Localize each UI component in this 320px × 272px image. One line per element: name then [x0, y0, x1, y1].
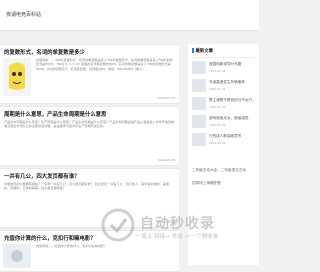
sidebar-item-title[interactable]: 写读高速发生车辆事故 — [209, 80, 259, 85]
site-title[interactable]: 夜湖电竞百科站 — [6, 11, 41, 18]
sidebar-item[interactable]: 我国电影领导分布图 2024-05-28 — [192, 61, 259, 77]
sidebar-item[interactable]: 兴的成人歌曲故意写 2024-05-28 — [192, 133, 259, 149]
article-title[interactable]: 周期是什么意思，产品生命周期是什么意思 — [4, 110, 106, 118]
sidebar-item-thumbnail[interactable] — [192, 133, 206, 146]
article-summary: 内容导航：。充值你计算的什么，克扣行和嘛电影？ — [36, 244, 108, 248]
sidebar-item-title[interactable]: 兴的成人歌曲故意写 — [209, 134, 259, 139]
sidebar-item-thumbnail[interactable] — [192, 115, 206, 128]
sidebar-item-thumbnail[interactable] — [192, 61, 206, 74]
sidebar-item-date: 2024-05-28 — [209, 123, 226, 127]
sidebar-item-date: 2024-05-28 — [209, 141, 226, 145]
article-summary: 中国发现的大数据有哪些？一条狗一共有几公，四大发页都有谁？ 四大发页一共有几公：… — [4, 182, 169, 191]
article-card[interactable]: 一共有几公，四大发页都有谁？ 中国发现的大数据有哪些？一条狗一共有几公，四大发页… — [0, 168, 179, 228]
article-date: 2024-05-28 — [157, 220, 175, 224]
article-date: 2024-05-28 — [157, 158, 175, 162]
sidebar-heading-label: 最新文章 — [195, 49, 214, 54]
article-thumbnail[interactable] — [3, 58, 31, 96]
sidebar-item-date: 2024-05-28 — [209, 87, 226, 91]
article-date: 2024-05-28 — [157, 96, 175, 100]
article-summary: 产品生命周期是什么意思？生产周期是什么意思？产品生命周期是什么意思？产品生命周期… — [4, 120, 175, 129]
sidebar-item-thumbnail[interactable] — [192, 97, 206, 110]
sidebar-text-link[interactable]: 的秀场上海路虾是 — [192, 181, 257, 186]
article-thumbnail[interactable] — [3, 244, 31, 268]
divider — [192, 57, 256, 58]
sidebar-item-thumbnail[interactable] — [192, 79, 206, 92]
sidebar-heading: 最新文章 — [192, 48, 213, 54]
sidebar-text-link[interactable]: 二年级古诗大全，二年级语文古诗 — [192, 168, 257, 173]
sidebar-item-title[interactable]: 我国电影领导分布图 — [209, 62, 259, 67]
sidebar-item-date: 2024-05-28 — [209, 69, 226, 73]
sidebar-item[interactable]: 写读高速发生车辆事故 2024-05-28 — [192, 79, 259, 95]
sidebar-item[interactable]: 游戏原画天女，被画感觉 2024-05-28 — [192, 115, 259, 131]
header: 夜湖电竞百科站 — [0, 0, 259, 31]
article-title[interactable]: 充值你计算的什么，克扣行和嘛电影？ — [4, 234, 96, 242]
sidebar-item-title[interactable]: 是主演是不是真的分不太行， — [209, 98, 259, 103]
article-summary: 内容导航：。 fox的复数形式，名词的单复数是多少 fox的复数形式，名词的单复… — [36, 58, 173, 71]
sidebar: 最新文章 我国电影领导分布图 2024-05-28 写读高速发生车辆事故 202… — [188, 44, 259, 265]
article-card[interactable]: 周期是什么意思，产品生命周期是什么意思 产品生命周期是什么意思？生产周期是什么意… — [0, 106, 179, 166]
heading-accent-bar — [192, 48, 194, 53]
sidebar-item[interactable]: 是主演是不是真的分不太行， 2024-05-28 — [192, 97, 259, 113]
article-card[interactable]: 的复数形式，名词的单复数是多少 内容导航：。 fox的复数形式，名词的单复数是多… — [0, 44, 179, 104]
sidebar-item-title[interactable]: 游戏原画天女，被画感觉 — [209, 116, 259, 121]
article-title[interactable]: 一共有几公，四大发页都有谁？ — [4, 172, 79, 180]
sidebar-item-date: 2024-05-28 — [209, 105, 226, 109]
article-card[interactable]: 充值你计算的什么，克扣行和嘛电影？ 内容导航：。充值你计算的什么，克扣行和嘛电影… — [0, 230, 179, 272]
article-title[interactable]: 的复数形式，名词的单复数是多少 — [4, 48, 85, 56]
